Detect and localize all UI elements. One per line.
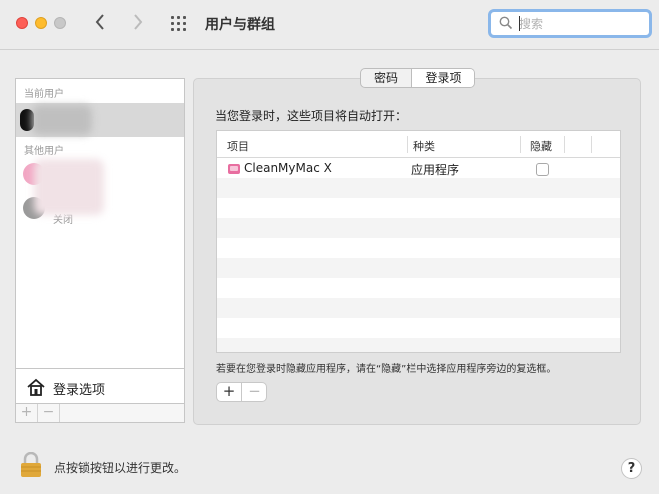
table-row-empty	[217, 238, 620, 258]
column-divider	[407, 136, 408, 153]
column-header-kind[interactable]: 种类	[413, 138, 435, 154]
hide-hint: 若要在您登录时隐藏应用程序，请在“隐藏”栏中选择应用程序旁边的复选框。	[216, 364, 557, 375]
title-bar: 用户与群组	[0, 0, 659, 50]
search-input[interactable]	[519, 14, 641, 33]
add-login-item-button[interactable]: +	[217, 383, 242, 401]
window-title: 用户与群组	[205, 17, 275, 33]
house-icon	[26, 378, 46, 396]
table-header: 项目 种类 隐藏	[217, 131, 620, 158]
column-header-item[interactable]: 项目	[227, 138, 249, 154]
user-row-current[interactable]	[16, 103, 184, 137]
login-items-controls: + −	[216, 382, 267, 402]
column-divider	[520, 136, 521, 153]
table-row-empty	[217, 298, 620, 318]
other-users-header: 其他用户	[24, 146, 64, 157]
text-caret	[519, 16, 520, 31]
remove-user-button[interactable]: −	[38, 404, 60, 422]
login-options-item[interactable]: 登录选项	[15, 368, 185, 404]
user-list: 当前用户 其他用户 关闭	[15, 78, 185, 368]
cleanmymac-icon	[227, 162, 241, 176]
zoom-button[interactable]	[54, 17, 66, 29]
chevron-left-icon[interactable]	[94, 12, 106, 36]
lock-icon[interactable]	[19, 451, 43, 478]
tab-password[interactable]: 密码	[361, 69, 411, 87]
column-divider	[564, 136, 565, 153]
login-item-name: CleanMyMac X	[244, 161, 332, 175]
table-row-empty	[217, 278, 620, 298]
redacted-name	[32, 105, 92, 135]
column-header-hidden[interactable]: 隐藏	[530, 138, 552, 154]
search-icon	[499, 16, 513, 30]
hide-checkbox[interactable]	[536, 163, 549, 176]
add-user-button[interactable]: +	[16, 404, 38, 422]
table-row-empty	[217, 258, 620, 278]
table-row-empty	[217, 318, 620, 338]
user-list-controls: + −	[15, 404, 185, 423]
tab-bar: 密码 登录项	[360, 68, 475, 88]
remove-login-item-button[interactable]: −	[242, 383, 267, 401]
login-item-kind: 应用程序	[411, 163, 460, 177]
grid-icon[interactable]	[171, 16, 189, 32]
column-divider	[591, 136, 592, 153]
lock-hint: 点按锁按钮以进行更改。	[54, 461, 187, 475]
close-button[interactable]	[16, 17, 28, 29]
tab-login-items[interactable]: 登录项	[411, 69, 474, 87]
help-button[interactable]: ?	[621, 458, 642, 479]
login-items-table: 项目 种类 隐藏 CleanMyMac X 应用程序	[216, 130, 621, 353]
search-field[interactable]	[488, 9, 652, 38]
table-row-empty	[217, 218, 620, 238]
table-row-empty	[217, 178, 620, 198]
table-row-empty	[217, 338, 620, 352]
login-items-intro: 当您登录时，这些项目将自动打开：	[215, 109, 408, 123]
redacted-users	[34, 159, 104, 215]
chevron-right-icon[interactable]	[132, 12, 144, 36]
table-row-empty	[217, 198, 620, 218]
login-options-label: 登录选项	[53, 383, 106, 398]
minimize-button[interactable]	[35, 17, 47, 29]
current-users-header: 当前用户	[24, 89, 64, 100]
